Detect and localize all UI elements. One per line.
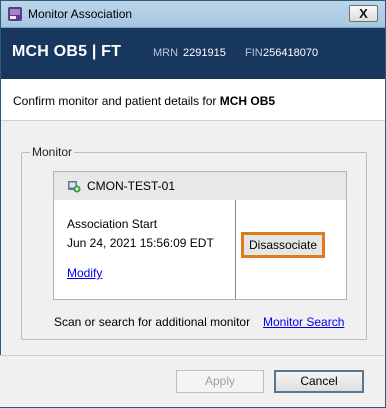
fin-label: FIN [245,47,263,59]
cancel-button[interactable]: Cancel [274,370,364,393]
scan-instruction: Scan or search for additional monitor [54,315,251,329]
app-window-icon [7,6,23,22]
monitor-card: CMON-TEST-01 Association Start Jun 24, 2… [53,171,347,300]
monitor-link-icon [67,179,81,193]
confirm-prefix: Confirm monitor and patient details for [13,94,220,108]
association-actions: Disassociate [236,200,346,299]
monitor-card-header: CMON-TEST-01 [54,172,346,201]
mrn-value: 2291915 [183,47,226,59]
association-details: Association Start Jun 24, 2021 15:56:09 … [54,200,236,299]
patient-banner: MCH OB5 | FT MRN 2291915 FIN 256418070 [1,28,385,79]
close-button[interactable]: X [349,5,378,22]
monitor-group-legend: Monitor [30,145,75,159]
fin-value: 256418070 [263,47,319,59]
association-start-time: Jun 24, 2021 15:56:09 EDT [67,236,214,250]
monitor-name: CMON-TEST-01 [87,179,176,193]
dialog-footer: Apply Cancel [0,355,384,407]
confirm-strip: Confirm monitor and patient details for … [1,79,385,121]
monitor-search-link[interactable]: Monitor Search [263,315,344,329]
patient-name: MCH OB5 | FT [12,43,122,60]
association-start-label: Association Start [67,217,158,231]
apply-button[interactable]: Apply [176,370,264,393]
title-bar: Monitor Association X [1,1,385,28]
disassociate-button[interactable]: Disassociate [241,232,325,258]
modify-link[interactable]: Modify [67,266,102,280]
mrn-label: MRN [153,47,179,59]
window-title: Monitor Association [28,7,133,21]
confirm-patient-name: MCH OB5 [219,94,276,108]
confirm-message: Confirm monitor and patient details for … [13,94,275,108]
